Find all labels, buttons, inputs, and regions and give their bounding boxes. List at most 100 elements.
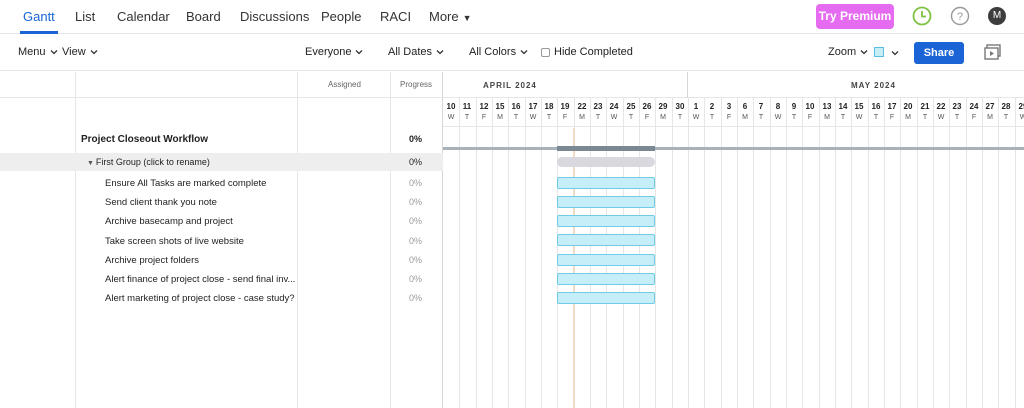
panel-divider (442, 72, 443, 408)
day-number: 6 (742, 102, 748, 111)
day-number: 1 (693, 102, 699, 111)
day-number: 23 (593, 102, 603, 111)
avatar[interactable]: M (988, 7, 1006, 25)
weekday-letter: T (758, 114, 764, 121)
task-name[interactable]: Ensure All Tasks are marked complete (105, 178, 266, 189)
weekday-letter: W (529, 114, 537, 121)
weekday-letter: T (954, 114, 960, 121)
task-bar[interactable] (557, 177, 655, 189)
tab-gantt[interactable]: Gantt (23, 9, 55, 24)
presentation-icon[interactable] (984, 44, 1002, 61)
day-gridline (737, 97, 738, 408)
tab-more[interactable]: More ▼ (429, 9, 472, 24)
weekday-letter: F (726, 114, 732, 121)
task-name[interactable]: Alert marketing of project close - case … (105, 293, 295, 304)
zoom-dropdown[interactable]: Zoom (828, 46, 869, 58)
day-number: 25 (626, 102, 636, 111)
day-gridline (639, 97, 640, 408)
day-gridline (868, 97, 869, 408)
try-premium-button[interactable]: Try Premium (816, 4, 894, 29)
day-number: 17 (887, 102, 897, 111)
day-gridline (476, 97, 477, 408)
weekday-letter: T (677, 114, 683, 121)
project-name[interactable]: Project Closeout Workflow (81, 134, 208, 145)
weekday-letter: M (660, 114, 666, 121)
task-bar[interactable] (557, 273, 655, 285)
group-row[interactable]: ▼ First Group (click to rename) (87, 157, 210, 167)
task-bar[interactable] (557, 215, 655, 227)
month-separator (687, 72, 688, 98)
task-progress: 0% (409, 197, 423, 207)
project-progress: 0% (409, 134, 423, 144)
day-number: 17 (528, 102, 538, 111)
chevron-down-icon (436, 50, 444, 55)
everyone-filter[interactable]: Everyone (305, 46, 364, 58)
day-number: 16 (511, 102, 521, 111)
chevron-down-icon (356, 50, 363, 55)
weekday-letter: W (447, 114, 455, 121)
task-name[interactable]: Alert finance of project close - send fi… (105, 274, 295, 285)
day-gridline (655, 97, 656, 408)
header-divider (0, 97, 443, 98)
tab-calendar[interactable]: Calendar (117, 9, 170, 24)
weekday-letter: M (987, 114, 993, 121)
hide-completed-label: Hide Completed (554, 46, 633, 58)
task-bar[interactable] (557, 196, 655, 208)
chevron-down-icon[interactable] (890, 48, 900, 58)
task-progress: 0% (409, 236, 423, 246)
weekday-letter: F (644, 114, 650, 121)
all-dates-filter[interactable]: All Dates (388, 46, 445, 58)
share-button[interactable]: Share (914, 42, 964, 64)
view-label: View (62, 46, 86, 58)
weekday-letter: F (889, 114, 895, 121)
task-name[interactable]: Take screen shots of live website (105, 236, 244, 247)
hide-completed-checkbox[interactable] (541, 48, 550, 57)
day-gridline (982, 97, 983, 408)
day-number: 22 (936, 102, 946, 111)
day-gridline (949, 97, 950, 408)
day-gridline (998, 97, 999, 408)
task-name[interactable]: Archive project folders (105, 255, 199, 266)
task-progress: 0% (409, 216, 423, 226)
weekday-letter: F (807, 114, 813, 121)
tab-list[interactable]: List (75, 9, 95, 24)
view-dropdown[interactable]: View (62, 46, 99, 58)
day-number: 10 (805, 102, 815, 111)
tab-discussions[interactable]: Discussions (240, 9, 309, 24)
history-clock-icon[interactable] (912, 6, 932, 26)
day-gridline (786, 97, 787, 408)
chevron-down-icon (860, 50, 868, 55)
day-number: 30 (675, 102, 685, 111)
day-gridline (835, 97, 836, 408)
task-bar[interactable] (557, 234, 655, 246)
day-gridline (966, 97, 967, 408)
help-icon[interactable]: ? (950, 6, 970, 26)
task-name[interactable]: Archive basecamp and project (105, 216, 233, 227)
day-number: 12 (479, 102, 489, 111)
project-span-bar[interactable] (557, 146, 655, 151)
tab-raci[interactable]: RACI (380, 9, 411, 24)
day-number: 26 (642, 102, 652, 111)
weekday-letter: M (824, 114, 830, 121)
tab-people[interactable]: People (321, 9, 361, 24)
project-summary-bar (443, 147, 1024, 150)
task-name[interactable]: Send client thank you note (105, 197, 217, 208)
task-bar[interactable] (557, 254, 655, 266)
group-bar[interactable] (557, 157, 655, 167)
weekday-letter: W (937, 114, 945, 121)
zoom-label: Zoom (828, 46, 857, 58)
menu-dropdown[interactable]: Menu (18, 46, 59, 58)
weekday-letter: W (610, 114, 618, 121)
color-swatch[interactable] (874, 47, 884, 57)
day-gridline (508, 97, 509, 408)
grid-divider (297, 72, 298, 408)
all-colors-filter[interactable]: All Colors (469, 46, 529, 58)
weekday-letter: F (481, 114, 487, 121)
task-bar[interactable] (557, 292, 655, 304)
day-gridline (541, 97, 542, 408)
weekday-letter: T (873, 114, 879, 121)
weekday-letter: F (971, 114, 977, 121)
day-gridline (1015, 97, 1016, 408)
tab-board[interactable]: Board (186, 9, 221, 24)
weekday-letter: M (905, 114, 911, 121)
